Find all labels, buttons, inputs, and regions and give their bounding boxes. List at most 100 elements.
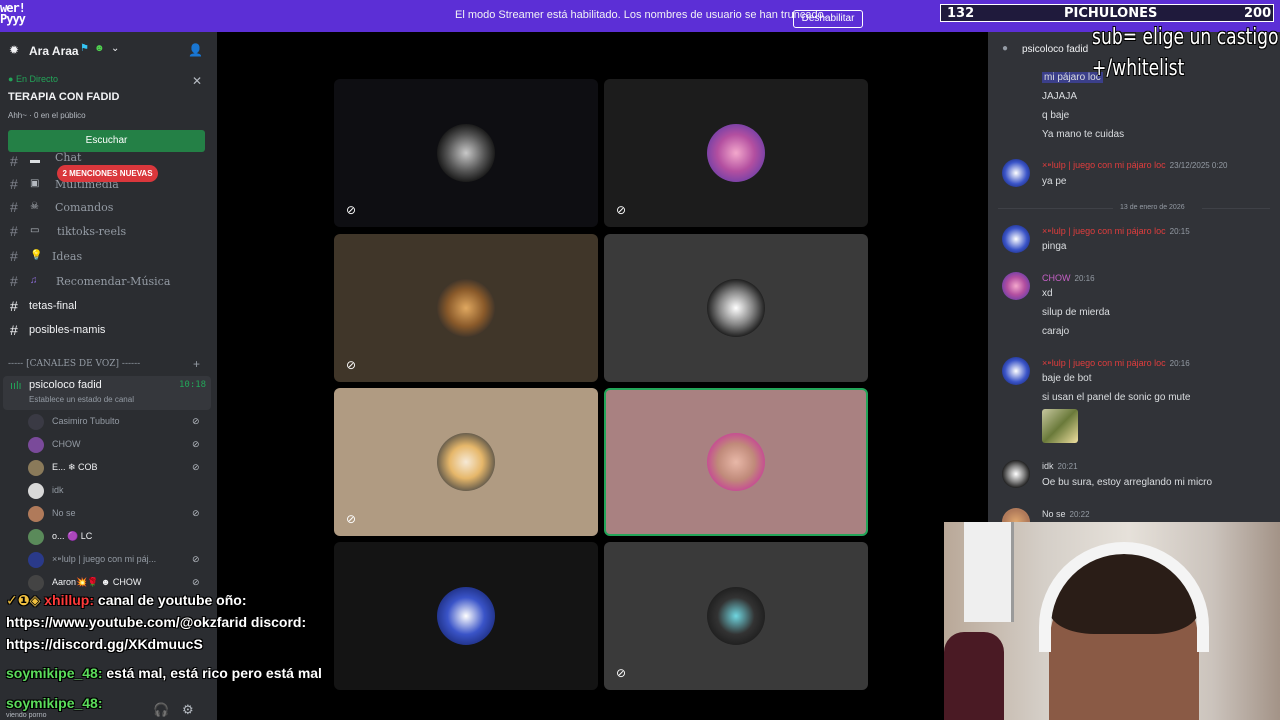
avatar[interactable] bbox=[1002, 460, 1030, 488]
voice-user-name: Casimiro Tubulto bbox=[52, 416, 120, 426]
avatar bbox=[707, 124, 765, 182]
chat-text: canal de youtube oño: bbox=[94, 592, 247, 608]
user-status-text: viendo porno bbox=[6, 712, 47, 719]
avatar bbox=[28, 529, 44, 545]
voice-category-header[interactable]: ----- [CANALES DE VOZ] ------ bbox=[8, 359, 140, 369]
chevron-down-icon[interactable]: ⌄ bbox=[111, 43, 119, 54]
message-author[interactable]: ×⁍lulp | juego con mi pájaro loc 20:16 bbox=[1042, 358, 1190, 369]
chat-message: ya pe bbox=[1042, 176, 1067, 187]
voice-user[interactable]: E... ❄ COB ⊘ bbox=[25, 456, 215, 479]
channel-label: Ideas bbox=[52, 250, 83, 263]
stream-sub-overlay: sub= elige un castigo +/whitelist bbox=[1092, 22, 1279, 84]
image-attachment[interactable] bbox=[1042, 409, 1078, 443]
voice-channel-timer: 10:18 bbox=[179, 380, 207, 390]
avatar[interactable] bbox=[1002, 272, 1030, 300]
participant-tile[interactable] bbox=[334, 542, 598, 690]
channel-posibles-mamis[interactable]: # posibles-mamis bbox=[0, 320, 217, 342]
add-channel-icon[interactable]: + bbox=[193, 357, 200, 371]
participant-tile[interactable]: ⊘ bbox=[334, 388, 598, 536]
voice-channel-status[interactable]: Establece un estado de canal bbox=[29, 395, 134, 404]
stage-title: TERAPIA CON FADID bbox=[8, 91, 120, 103]
voice-user[interactable]: o... 🟣 LC bbox=[25, 525, 215, 548]
stream-chat-line: https://www.youtube.com/@okzfarid discor… bbox=[6, 614, 307, 630]
server-name: Ara Araa bbox=[29, 44, 79, 58]
voice-user[interactable]: Aaron💥🌹 ☻ CHOW ⊘ bbox=[25, 571, 215, 594]
voice-user[interactable]: idk bbox=[25, 479, 215, 502]
avatar bbox=[28, 460, 44, 476]
chat-channel-name: psicoloco fadid bbox=[1022, 44, 1089, 55]
channel-comandos[interactable]: # ☠ Comandos bbox=[0, 197, 217, 219]
invite-people-icon[interactable]: 👤 bbox=[188, 43, 203, 57]
server-emoji-icon: ⚑ bbox=[80, 43, 89, 54]
date-divider-label: 13 de enero de 2026 bbox=[1120, 204, 1185, 211]
participant-tile[interactable]: ⊘ bbox=[334, 79, 598, 227]
channel-tetas-final[interactable]: # tetas-final bbox=[0, 296, 217, 318]
hash-icon: # bbox=[10, 223, 18, 239]
participant-tile[interactable]: ⊘ bbox=[604, 79, 868, 227]
disable-streamer-button[interactable]: Deshabilitar bbox=[793, 10, 863, 28]
chat-message: silup de mierda bbox=[1042, 307, 1110, 318]
participant-tile[interactable]: ⊘ bbox=[334, 234, 598, 382]
voice-channel-psicoloco[interactable]: ıılı psicoloco fadid Establece un estado… bbox=[3, 376, 211, 410]
channel-emoji-icon: ☠ bbox=[30, 201, 39, 212]
stream-chat-overlay: soymikipe_48: está mal, está rico pero e… bbox=[6, 665, 322, 681]
chat-message: JAJAJA bbox=[1042, 91, 1078, 102]
avatar bbox=[28, 437, 44, 453]
gear-icon[interactable]: ⚙ bbox=[182, 702, 194, 718]
avatar bbox=[707, 279, 765, 337]
message-author[interactable]: ×⁍lulp | juego con mi pájaro loc 20:15 bbox=[1042, 226, 1190, 237]
chat-username: xhillup: bbox=[44, 592, 95, 608]
voice-user[interactable]: ×⁍lulp | juego con mi páj... ⊘ bbox=[25, 548, 215, 571]
voice-user[interactable]: Casimiro Tubulto ⊘ bbox=[25, 410, 215, 433]
voice-user-name: No se bbox=[52, 508, 76, 518]
avatar[interactable] bbox=[1002, 357, 1030, 385]
channel-ideas[interactable]: # 💡 Ideas bbox=[0, 246, 217, 268]
avatar bbox=[707, 587, 765, 645]
message-author[interactable]: ×⁍lulp | juego con mi pájaro loc 23/12/20… bbox=[1042, 160, 1228, 171]
mic-muted-icon: ⊘ bbox=[192, 439, 200, 449]
participant-tile[interactable]: ⊘ bbox=[604, 542, 868, 690]
mic-muted-icon: ⊘ bbox=[192, 462, 200, 472]
chat-message: Ya mano te cuidas bbox=[1042, 129, 1125, 140]
hash-icon: # bbox=[10, 248, 18, 264]
sub-overlay-line: +/whitelist bbox=[1092, 56, 1185, 81]
listen-button[interactable]: Escuchar bbox=[8, 130, 205, 152]
avatar bbox=[437, 279, 495, 337]
hash-icon: # bbox=[10, 273, 18, 289]
server-icon: ✹ bbox=[9, 43, 20, 57]
message-timestamp: 20:15 bbox=[1169, 227, 1190, 236]
chat-message: q baje bbox=[1042, 110, 1070, 121]
voice-user[interactable]: No se ⊘ bbox=[25, 502, 215, 525]
live-label: ● En Directo bbox=[8, 74, 58, 84]
avatar[interactable] bbox=[1002, 159, 1030, 187]
close-icon[interactable]: ✕ bbox=[192, 74, 202, 88]
chat-username: soymikipe_48: bbox=[6, 695, 103, 711]
mic-muted-icon: ⊘ bbox=[346, 203, 357, 217]
avatar[interactable] bbox=[1002, 225, 1030, 253]
voice-user-name: o... 🟣 LC bbox=[52, 531, 93, 541]
server-header[interactable]: ✹ Ara Araa ⚑ ☻ ⌄ 👤 bbox=[0, 32, 217, 68]
channel-tiktoks-reels[interactable]: # ▭ tiktoks-reels bbox=[0, 221, 217, 243]
channel-recomendar-musica[interactable]: # ♫ Recomendar-Música bbox=[0, 271, 217, 293]
channel-label: Recomendar-Música bbox=[56, 275, 171, 288]
mic-muted-icon: ⊘ bbox=[192, 554, 200, 564]
chat-message: carajo bbox=[1042, 326, 1070, 337]
voice-user[interactable]: CHOW ⊘ bbox=[25, 433, 215, 456]
voice-user-name: idk bbox=[52, 485, 64, 495]
channel-label: tetas-final bbox=[29, 300, 77, 312]
mic-muted-icon: ⊘ bbox=[192, 508, 200, 518]
headphones-icon[interactable]: 🎧 bbox=[153, 702, 169, 718]
message-author[interactable]: idk 20:21 bbox=[1042, 461, 1078, 471]
avatar bbox=[437, 124, 495, 182]
participant-tile[interactable] bbox=[604, 234, 868, 382]
banner-message: El modo Streamer está habilitado. Los no… bbox=[455, 9, 827, 21]
avatar bbox=[437, 587, 495, 645]
webcam-feed bbox=[944, 522, 1280, 720]
message-author[interactable]: CHOW 20:16 bbox=[1042, 273, 1095, 283]
mic-muted-icon: ⊘ bbox=[616, 666, 627, 680]
avatar bbox=[437, 433, 495, 491]
message-author[interactable]: No se 20:22 bbox=[1042, 509, 1090, 519]
new-mentions-badge[interactable]: 2 MENCIONES NUEVAS bbox=[57, 165, 158, 182]
participant-tile-speaking[interactable] bbox=[604, 388, 868, 536]
stream-logo: wer! Pyyy bbox=[0, 1, 26, 26]
